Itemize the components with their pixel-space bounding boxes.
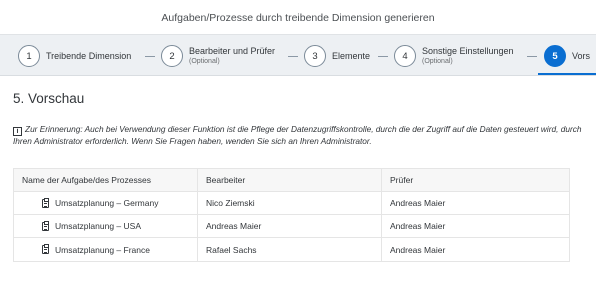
task-clipboard-icon xyxy=(42,197,49,208)
assignee-cell: Andreas Maier xyxy=(198,215,382,237)
task-cell: Umsatzplanung – France xyxy=(14,238,198,261)
column-header-task[interactable]: Name der Aufgabe/des Prozesses xyxy=(14,169,198,191)
step-number-4: 4 xyxy=(394,45,416,67)
preview-table: Name der Aufgabe/des Prozesses Bearbeite… xyxy=(13,168,570,262)
step-number-1: 1 xyxy=(18,45,40,67)
reminder-text: Zur Erinnerung: Auch bei Verwendung dies… xyxy=(13,124,582,146)
reviewer-cell: Andreas Maier xyxy=(390,244,446,255)
step-label-3: Elemente xyxy=(332,50,371,61)
active-step-indicator xyxy=(538,73,596,75)
info-icon: i xyxy=(13,127,22,136)
step-number-5: 5 xyxy=(544,45,566,67)
table-header-row: Name der Aufgabe/des Prozesses Bearbeite… xyxy=(14,169,569,192)
task-name: Umsatzplanung – USA xyxy=(55,221,141,231)
step-sublabel-2: (Optional) xyxy=(189,58,220,65)
step-separator xyxy=(378,56,388,57)
step-label-4: Sonstige Einstellungen xyxy=(422,46,514,56)
reminder-note: i Zur Erinnerung: Auch bei Verwendung die… xyxy=(13,124,588,147)
wizard-step-2[interactable]: 2 Bearbeiter und Prüfer (Optional) xyxy=(161,41,275,71)
step-label-1: Treibende Dimension xyxy=(46,50,132,61)
step-number-3: 3 xyxy=(304,45,326,67)
column-header-reviewer[interactable]: Prüfer xyxy=(382,169,569,191)
wizard-step-4[interactable]: 4 Sonstige Einstellungen (Optional) xyxy=(394,41,514,71)
wizard-step-1[interactable]: 1 Treibende Dimension xyxy=(18,41,131,71)
step-number-2: 2 xyxy=(161,45,183,67)
task-name: Umsatzplanung – France xyxy=(55,244,150,255)
assignee-cell: Nico Ziemski xyxy=(198,192,382,214)
wizard-progress-bar: 1 Treibende Dimension 2 Bearbeiter und P… xyxy=(0,34,596,76)
reviewer-cell: Andreas Maier xyxy=(390,198,446,208)
step-sublabel-4: (Optional) xyxy=(422,58,453,65)
step-separator xyxy=(527,56,537,57)
task-name: Umsatzplanung – Germany xyxy=(55,198,159,208)
task-cell: Umsatzplanung – USA xyxy=(14,215,198,237)
wizard-step-5[interactable]: 5 Vors xyxy=(544,41,590,71)
assignee-cell: Rafael Sachs xyxy=(198,238,382,261)
step-separator xyxy=(288,56,298,57)
column-header-assignee[interactable]: Bearbeiter xyxy=(198,169,382,191)
step-label-5: Vors xyxy=(572,50,591,61)
table-row[interactable]: Umsatzplanung – Germany Nico Ziemski And… xyxy=(14,192,569,215)
step-label-2: Bearbeiter und Prüfer xyxy=(189,46,276,56)
task-clipboard-icon xyxy=(42,220,49,231)
dialog-title: Aufgaben/Prozesse durch treibende Dimens… xyxy=(161,12,435,24)
reviewer-cell: Andreas Maier xyxy=(390,221,446,231)
table-row[interactable]: Umsatzplanung – France Rafael Sachs Andr… xyxy=(14,238,569,261)
task-clipboard-icon xyxy=(42,244,49,254)
task-cell: Umsatzplanung – Germany xyxy=(14,192,198,214)
wizard-step-3[interactable]: 3 Elemente xyxy=(304,41,370,71)
table-row[interactable]: Umsatzplanung – USA Andreas Maier Andrea… xyxy=(14,215,569,238)
section-title: 5. Vorschau xyxy=(13,91,85,106)
step-separator xyxy=(145,56,155,57)
